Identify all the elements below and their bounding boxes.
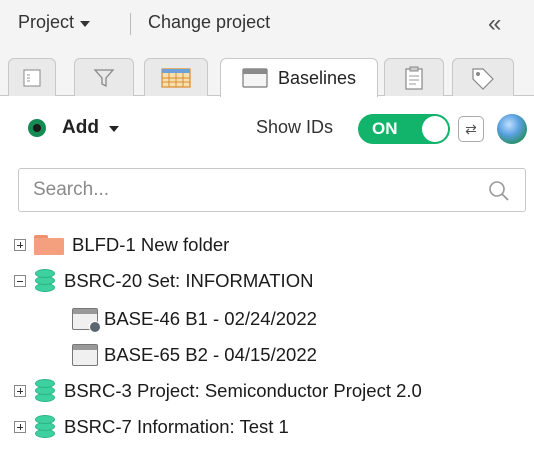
change-project-link[interactable]: Change project (148, 12, 270, 33)
search-icon[interactable] (487, 179, 511, 203)
toggle-state-text: ON (372, 119, 398, 138)
tree-item-label: BSRC-20 Set: INFORMATION (64, 270, 314, 291)
clipboard-icon (405, 66, 423, 90)
project-label: Project (18, 12, 75, 32)
show-ids-toggle[interactable]: ON (358, 114, 450, 144)
collapse-panel-icon[interactable]: « (488, 10, 502, 38)
tab-document-view[interactable] (8, 58, 56, 96)
folder-icon (34, 235, 64, 255)
expand-icon[interactable] (14, 385, 26, 397)
tree-item-label: BLFD-1 New folder (72, 234, 230, 255)
sync-icon: ⇄ (465, 120, 477, 137)
tab-baselines-label: Baselines (277, 67, 357, 88)
baseline-icon (72, 344, 98, 366)
tree-item[interactable]: BASE-46 B1 - 02/24/2022 (72, 302, 317, 336)
grid-table-icon (161, 67, 191, 88)
tree-item[interactable]: BSRC-7 Information: Test 1 (14, 410, 289, 444)
tab-tags[interactable] (452, 58, 514, 96)
tree-item[interactable]: BSRC-20 Set: INFORMATION (14, 264, 313, 298)
tree-item-label: BSRC-3 Project: Semiconductor Project 2.… (64, 380, 422, 401)
tree-item-label: BASE-65 B2 - 04/15/2022 (104, 344, 317, 365)
show-ids-label: Show IDs (256, 117, 334, 137)
sync-button[interactable]: ⇄ (458, 116, 484, 142)
tab-clipboard[interactable] (384, 58, 444, 96)
tree-item[interactable]: BLFD-1 New folder (14, 228, 229, 262)
header-divider (130, 13, 131, 35)
project-dropdown-button[interactable]: Project (18, 12, 91, 33)
toggle-knob (422, 116, 448, 142)
tab-grid[interactable] (144, 58, 208, 96)
view-tab-bar: Baselines (0, 50, 534, 97)
tree-item[interactable]: BSRC-3 Project: Semiconductor Project 2.… (14, 374, 422, 408)
baselines-toolbar: Add Show IDs ON ⇄ (0, 97, 534, 157)
collapse-icon[interactable] (14, 275, 26, 287)
globe-icon[interactable] (497, 114, 527, 144)
caret-down-icon (108, 126, 119, 132)
add-icon (28, 119, 46, 137)
database-icon (34, 414, 56, 440)
tree-item[interactable]: BASE-65 B2 - 04/15/2022 (72, 338, 317, 372)
baseline-with-badge-icon (72, 308, 101, 333)
expand-icon[interactable] (14, 421, 26, 433)
database-icon (34, 378, 56, 404)
search-input[interactable] (33, 177, 453, 203)
tab-baselines[interactable]: Baselines (220, 58, 378, 97)
tag-icon (472, 67, 494, 90)
document-view-icon (23, 69, 41, 86)
tree-item-label: BASE-46 B1 - 02/24/2022 (104, 308, 317, 329)
baseline-calendar-icon (242, 68, 268, 88)
tab-filter[interactable] (74, 58, 134, 96)
add-label: Add (62, 117, 99, 138)
add-dropdown-button[interactable]: Add (28, 117, 119, 139)
filter-icon (93, 68, 115, 87)
tree-item-label: BSRC-7 Information: Test 1 (64, 416, 289, 437)
search-box (18, 168, 526, 212)
database-icon (34, 268, 56, 294)
caret-down-icon (80, 20, 91, 27)
panel-header: Project Change project « (0, 0, 534, 50)
expand-icon[interactable] (14, 239, 26, 251)
